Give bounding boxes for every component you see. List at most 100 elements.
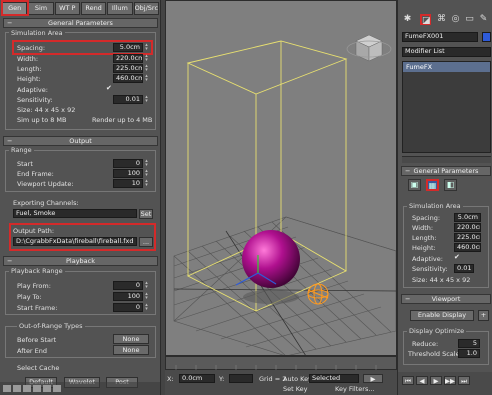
right-spacing-field[interactable]: 5.0cm [454, 213, 481, 222]
play-from-field[interactable]: 0 [113, 281, 143, 290]
width-field[interactable]: 220.0cm [113, 54, 143, 63]
length-spinner[interactable]: ▴ ▾ [144, 64, 149, 73]
right-height-field[interactable]: 460.0cm [454, 243, 481, 252]
viewcube-icon[interactable] [346, 34, 392, 62]
viewport-update-field[interactable]: 10 [113, 179, 143, 188]
modifier-stack[interactable]: FumeFX [402, 61, 491, 153]
container-icon[interactable]: ▣ [408, 179, 421, 191]
start-label: Start [17, 160, 33, 168]
auto-key-label[interactable]: Auto Key [283, 375, 312, 383]
exporting-channels-field[interactable]: Fuel, Smoke [13, 209, 137, 218]
perspective-viewport[interactable] [165, 0, 397, 356]
before-start-button[interactable]: None [113, 334, 149, 344]
tab-sim[interactable]: Sim [28, 2, 54, 15]
general-parameters-title: General Parameters [48, 19, 113, 27]
sensitivity-field[interactable]: 0.01 [113, 95, 143, 104]
tab-wtp[interactable]: WT P [54, 2, 80, 15]
right-sensitivity-field[interactable]: 0.01 [454, 264, 474, 273]
right-length-label: Length: [412, 234, 437, 242]
reduce-field[interactable]: 5 [458, 339, 480, 348]
general-parameters-rollout[interactable]: − General Parameters [3, 18, 158, 28]
adaptive-checkbox[interactable]: ✔ [106, 84, 112, 92]
after-end-label: After End [17, 347, 48, 355]
right-adaptive-checkbox[interactable]: ✔ [454, 253, 460, 261]
key-filters-button[interactable]: Key Filters... [335, 385, 375, 393]
simulation-area-label: Simulation Area [9, 29, 65, 37]
end-frame-field[interactable]: 100 [113, 169, 143, 178]
magenta-sphere[interactable] [242, 230, 300, 288]
right-width-field[interactable]: 220.0cm [454, 223, 481, 232]
tab-rend[interactable]: Rend [80, 2, 107, 15]
fire-source-object[interactable] [307, 283, 329, 305]
go-to-start-button[interactable]: ⏮ [402, 376, 414, 385]
preview-icon[interactable]: ◧ [444, 179, 457, 191]
hierarchy-tab-icon[interactable]: ⌘ [436, 14, 447, 25]
end-frame-spinner[interactable]: ▴ ▾ [144, 169, 149, 178]
sphere-shadow [243, 290, 299, 304]
right-length-field[interactable]: 225.0cm [454, 233, 481, 242]
status-x-label: X: [167, 375, 174, 383]
spacing-highlight [12, 40, 153, 55]
selected-dropdown[interactable]: Selected [309, 374, 359, 383]
create-tab-icon[interactable]: ✱ [402, 14, 413, 25]
play-to-spinner[interactable]: ▴ ▾ [144, 292, 149, 301]
start-spinner[interactable]: ▴ ▾ [144, 159, 149, 168]
output-rollout[interactable]: − Output [3, 136, 158, 146]
sensitivity-spinner[interactable]: ▴ ▾ [144, 95, 149, 104]
utilities-tab-icon[interactable]: ✎ [478, 14, 489, 25]
status-y-label: Y: [219, 375, 225, 383]
display-tab-icon[interactable]: ▭ [464, 14, 475, 25]
status-bar: X: 0.0cm Y: Grid = 2 Auto Key Selected ▶… [165, 370, 397, 395]
playback-rollout[interactable]: − Playback [3, 256, 158, 266]
modifier-list-dropdown[interactable]: Modifier List [402, 47, 491, 57]
height-spinner[interactable]: ▴ ▾ [144, 74, 149, 83]
play-button[interactable]: ▶ [363, 374, 383, 383]
viewport-update-spinner[interactable]: ▴ ▾ [144, 179, 149, 188]
frame-coordinate-field[interactable]: 0.0cm [179, 374, 215, 383]
right-adaptive-label: Adaptive: [412, 255, 443, 263]
tab-obj-src[interactable]: Obj/Src [133, 2, 160, 15]
play-to-field[interactable]: 100 [113, 292, 143, 301]
object-color-swatch[interactable] [482, 32, 491, 42]
threshold-scale-field[interactable]: 1.0 [458, 349, 480, 358]
stack-item-fumefx[interactable]: FumeFX [403, 62, 490, 72]
fumefx-ui-icon[interactable]: ▦ [426, 179, 439, 191]
set-key-label[interactable]: Set Key [283, 385, 308, 393]
right-general-parameters-title: General Parameters [413, 167, 479, 175]
object-name-field[interactable]: FumeFX001 [402, 32, 478, 42]
width-spinner[interactable]: ▴ ▾ [144, 54, 149, 63]
length-field[interactable]: 225.0cm [113, 64, 143, 73]
timeline-bar[interactable] [165, 356, 397, 370]
play-from-label: Play From: [17, 282, 51, 290]
sensitivity-label: Sensitivity: [17, 96, 53, 104]
play-from-spinner[interactable]: ▴ ▾ [144, 281, 149, 290]
previous-frame-button[interactable]: ◀ [416, 376, 428, 385]
y-coordinate-field[interactable] [229, 374, 253, 383]
after-end-button[interactable]: None [113, 345, 149, 355]
motion-tab-icon[interactable]: ◎ [450, 14, 461, 25]
height-field[interactable]: 460.0cm [113, 74, 143, 83]
right-general-parameters-rollout[interactable]: − General Parameters [401, 166, 491, 176]
modify-tab-icon[interactable]: ◪ [420, 14, 431, 26]
collapse-icon: − [7, 137, 13, 145]
fumefx-left-panel: Gen Sim WT P Rend Illum Obj/Src − Genera… [0, 0, 161, 395]
end-frame-label: End Frame: [17, 170, 54, 178]
go-to-end-button[interactable]: ⏭ [458, 376, 470, 385]
start-frame-field[interactable]: 0 [113, 303, 143, 312]
viewport-rollout[interactable]: − Viewport [401, 294, 491, 304]
enable-display-button[interactable]: Enable Display [410, 310, 474, 321]
play-animation-button[interactable]: ▶ [430, 376, 442, 385]
right-width-label: Width: [412, 224, 434, 232]
next-frame-button[interactable]: ▶▶ [444, 376, 456, 385]
right-height-label: Height: [412, 244, 436, 252]
start-frame-spinner[interactable]: ▴ ▾ [144, 303, 149, 312]
display-options-button[interactable]: + [478, 310, 489, 321]
gen-tab-highlight [1, 0, 29, 16]
playback-title: Playback [65, 257, 95, 265]
viewport-scene [173, 34, 396, 355]
collapse-icon: − [7, 19, 13, 27]
start-field[interactable]: 0 [113, 159, 143, 168]
set-channels-button[interactable]: Set [139, 209, 153, 219]
tab-illum[interactable]: Illum [107, 2, 133, 15]
range-label: Range [9, 146, 34, 154]
